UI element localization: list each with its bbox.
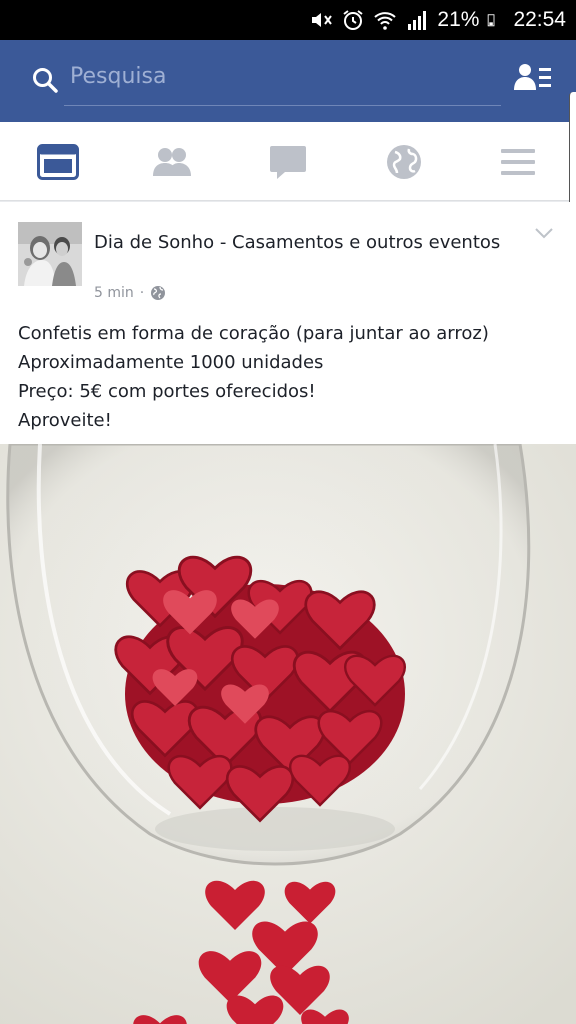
- mute-icon: [312, 13, 333, 27]
- friend-list-icon[interactable]: [514, 62, 552, 94]
- feed-post: Dia de Sonho - Casamentos e outros event…: [0, 202, 576, 444]
- chevron-down-icon[interactable]: [534, 226, 554, 240]
- post-text-line: Aproveite!: [18, 410, 112, 431]
- post-text: Confetis em forma de coração (para junta…: [18, 319, 558, 435]
- tab-more[interactable]: [496, 142, 540, 182]
- signal-icon: [408, 11, 427, 30]
- globe-icon: [387, 145, 421, 179]
- post-text-line: Preço: 5€ com portes oferecidos!: [18, 381, 316, 402]
- tab-bar: [0, 122, 576, 201]
- meta-separator: ·: [139, 285, 145, 301]
- search-icon[interactable]: [32, 67, 58, 93]
- search-input[interactable]: Pesquisa: [70, 64, 166, 89]
- post-photo[interactable]: [0, 444, 576, 1024]
- wifi-icon: [374, 12, 397, 30]
- search-underline: [64, 105, 501, 106]
- tab-messages[interactable]: [266, 142, 310, 182]
- public-globe-icon: [151, 286, 166, 300]
- top-header: Pesquisa: [0, 40, 576, 122]
- post-text-line: Aproximadamente 1000 unidades: [18, 352, 324, 373]
- battery-icon: [488, 14, 495, 27]
- status-bar: 21% 22:54: [0, 0, 576, 40]
- page-avatar[interactable]: [18, 222, 82, 286]
- post-text-line: Confetis em forma de coração (para junta…: [18, 323, 489, 344]
- tab-friends[interactable]: [150, 142, 194, 182]
- news-feed-icon: [37, 144, 79, 180]
- post-author[interactable]: Dia de Sonho - Casamentos e outros event…: [94, 228, 514, 257]
- post-timestamp[interactable]: 5 min: [94, 285, 134, 301]
- status-icons: 21% 22:54: [309, 6, 566, 34]
- chat-bubble-icon: [270, 146, 306, 179]
- avatar-photo: [18, 222, 82, 286]
- battery-percentage: 21%: [437, 8, 480, 31]
- confetti-bowl-image: [0, 444, 576, 1024]
- menu-icon: [501, 149, 535, 175]
- tab-news-feed[interactable]: [36, 142, 80, 182]
- tab-notifications[interactable]: [382, 142, 426, 182]
- clock: 22:54: [513, 8, 566, 31]
- edge-panel-handle[interactable]: [569, 92, 576, 216]
- alarm-icon: [343, 10, 364, 30]
- friends-icon: [153, 148, 191, 176]
- post-meta: 5 min ·: [94, 285, 166, 301]
